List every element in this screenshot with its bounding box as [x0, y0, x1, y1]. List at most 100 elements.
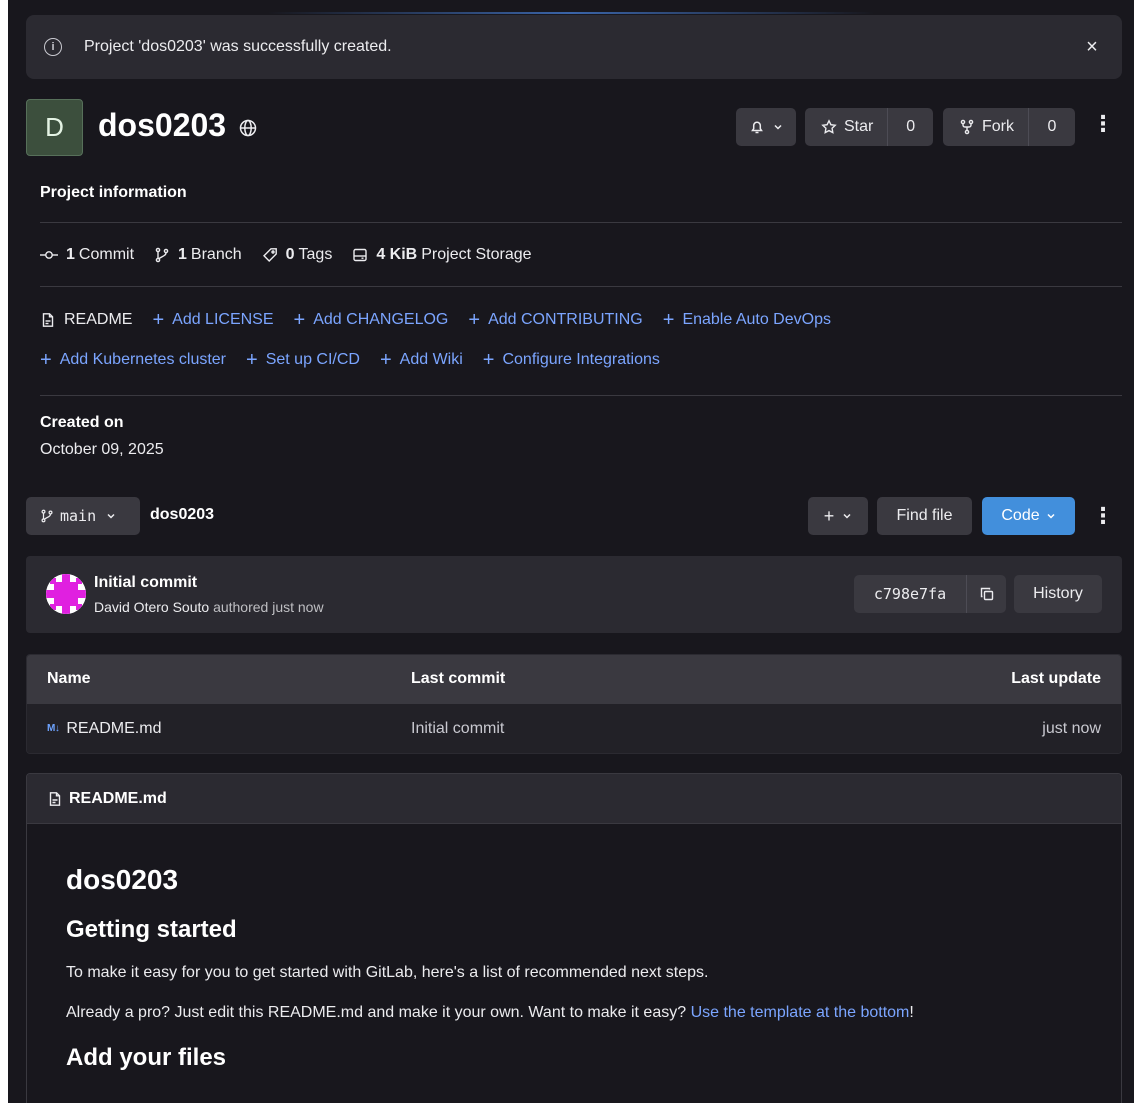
plus-icon: +: [482, 349, 495, 371]
divider: [40, 286, 1122, 287]
chevron-down-icon: [843, 513, 851, 519]
tags-label: Tags: [298, 246, 333, 263]
plus-icon: +: [152, 309, 165, 331]
notifications-button[interactable]: [736, 108, 796, 146]
commit-action: authored just now: [213, 599, 324, 615]
star-button[interactable]: Star: [805, 108, 887, 146]
readme-header: README.md: [27, 774, 1121, 824]
project-title: dos0203: [98, 107, 227, 143]
fork-label: Fork: [982, 118, 1014, 135]
readme-panel: README.md dos0203 Getting started To mak…: [26, 773, 1122, 1103]
avatar[interactable]: [46, 574, 86, 614]
fork-count[interactable]: 0: [1028, 108, 1075, 146]
storage-label: Project Storage: [421, 246, 532, 263]
set-up-cicd-link[interactable]: + Set up CI/CD: [246, 350, 360, 370]
last-commit-panel: Initial commit David Otero Souto authore…: [26, 556, 1122, 633]
plus-icon: +: [823, 505, 835, 526]
table-row[interactable]: M↓ README.md Initial commit just now: [27, 703, 1121, 753]
divider: [40, 395, 1122, 396]
project-shortcuts-row-2: + Add Kubernetes cluster + Set up CI/CD + A…: [40, 350, 680, 370]
commit-author[interactable]: David Otero Souto: [94, 599, 209, 615]
file-name[interactable]: README.md: [66, 720, 161, 738]
readme-paragraph: Already a pro? Just edit this README.md …: [66, 1004, 1082, 1022]
commit-title[interactable]: Initial commit: [94, 574, 197, 592]
commit-sha-group: c798e7fa: [854, 575, 1006, 613]
breadcrumb[interactable]: dos0203: [150, 506, 214, 524]
readme-link[interactable]: README: [40, 311, 132, 329]
readme-subheading-add-files: Add your files: [66, 1044, 227, 1071]
branch-name: main: [60, 507, 97, 525]
project-information-title: Project information: [40, 184, 187, 201]
more-actions-icon[interactable]: ⋮: [1092, 113, 1114, 135]
branch-icon: [41, 509, 53, 523]
chevron-down-icon: [107, 513, 115, 519]
star-icon: [821, 119, 837, 134]
project-avatar: D: [26, 99, 83, 156]
commits-label: Commit: [78, 246, 135, 263]
branches-stat[interactable]: 1 Branch: [154, 246, 242, 264]
add-license-link[interactable]: + Add LICENSE: [152, 310, 273, 330]
add-changelog-link[interactable]: + Add CHANGELOG: [294, 310, 449, 330]
file-name-cell: M↓ README.md: [27, 720, 411, 738]
created-on-date: October 09, 2025: [40, 441, 164, 458]
chevron-down-icon: [774, 124, 782, 130]
chevron-down-icon: [1047, 513, 1055, 519]
branches-label: Branch: [190, 246, 242, 263]
readme-content: dos0203 Getting started To make it easy …: [27, 824, 1121, 1072]
readme-paragraph-end: !: [909, 1004, 914, 1021]
configure-integrations-label: Configure Integrations: [502, 351, 660, 368]
template-link[interactable]: Use the template at the bottom: [691, 1004, 910, 1021]
fork-icon: [960, 119, 974, 135]
add-kubernetes-cluster-link[interactable]: + Add Kubernetes cluster: [40, 350, 226, 370]
plus-icon: +: [379, 349, 392, 371]
commits-stat[interactable]: 1 Commit: [40, 246, 134, 264]
created-on-label: Created on: [40, 414, 124, 431]
tags-count: 0: [285, 246, 295, 263]
commit-icon: [40, 251, 58, 259]
branch-selector[interactable]: main: [26, 497, 140, 535]
add-dropdown-button[interactable]: +: [808, 497, 868, 535]
bell-icon: [751, 121, 763, 134]
add-contributing-link[interactable]: + Add CONTRIBUTING: [468, 310, 642, 330]
fork-button-group: Fork 0: [943, 108, 1075, 146]
branch-icon: [155, 247, 169, 263]
plus-icon: +: [40, 349, 52, 371]
code-button[interactable]: Code: [982, 497, 1075, 535]
more-repo-actions-icon[interactable]: ⋮: [1092, 505, 1114, 527]
add-wiki-link[interactable]: + Add Wiki: [380, 350, 463, 370]
copy-sha-button[interactable]: [966, 575, 1006, 613]
add-license-label: Add LICENSE: [172, 311, 274, 328]
storage-stat[interactable]: 4 KiB Project Storage: [352, 246, 532, 264]
code-button-label: Code: [1001, 507, 1040, 524]
readme-paragraph-text: Already a pro? Just edit this README.md …: [66, 1004, 687, 1021]
readme-paragraph: To make it easy for you to get started w…: [66, 964, 709, 981]
star-count[interactable]: 0: [887, 108, 933, 146]
readme-subheading-getting-started: Getting started: [66, 916, 237, 943]
alert-message: Project 'dos0203' was successfully creat…: [84, 38, 392, 55]
branches-count: 1: [178, 246, 187, 263]
column-header-last-commit: Last commit: [411, 670, 506, 687]
fork-button[interactable]: Fork: [943, 108, 1028, 146]
add-contributing-label: Add CONTRIBUTING: [488, 311, 643, 328]
file-icon: [42, 313, 54, 327]
readme-heading: dos0203: [66, 864, 179, 895]
close-icon[interactable]: ×: [1080, 36, 1104, 59]
file-last-update: just now: [1042, 719, 1101, 737]
markdown-icon: M↓: [47, 723, 60, 734]
readme-link-label: README: [64, 311, 133, 328]
readme-filename[interactable]: README.md: [69, 790, 167, 808]
commit-meta: David Otero Souto authored just now: [94, 599, 324, 615]
find-file-button[interactable]: Find file: [877, 497, 972, 535]
commit-sha[interactable]: c798e7fa: [854, 575, 966, 613]
tags-stat[interactable]: 0 Tags: [262, 246, 333, 264]
tag-icon: [262, 248, 277, 262]
configure-integrations-link[interactable]: + Configure Integrations: [483, 350, 660, 370]
plus-icon: +: [246, 349, 258, 371]
history-button[interactable]: History: [1014, 575, 1102, 613]
file-last-commit[interactable]: Initial commit: [411, 720, 821, 738]
window-edge: [0, 0, 8, 1103]
copy-icon: [980, 587, 993, 601]
enable-auto-devops-link[interactable]: + Enable Auto DevOps: [663, 310, 831, 330]
add-kubernetes-cluster-label: Add Kubernetes cluster: [59, 351, 227, 368]
commits-count: 1: [66, 246, 75, 263]
